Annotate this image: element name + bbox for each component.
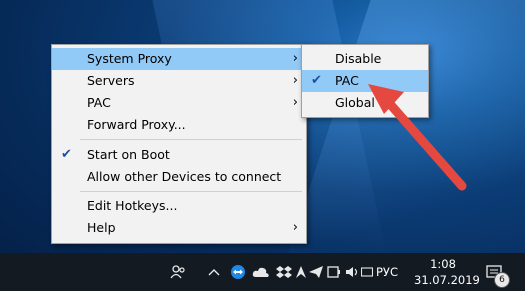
- language-indicator[interactable]: РУС: [376, 253, 398, 291]
- volume-icon[interactable]: [344, 253, 360, 291]
- paper-plane-icon[interactable]: [308, 253, 324, 291]
- clock[interactable]: 1:08 31.07.2019: [414, 256, 480, 288]
- teamviewer-icon[interactable]: [229, 253, 247, 291]
- cloud-icon[interactable]: [252, 253, 270, 291]
- people-icon[interactable]: [168, 253, 188, 291]
- dropbox-icon[interactable]: [276, 253, 292, 291]
- notification-count-badge: 6: [494, 272, 510, 288]
- battery-icon[interactable]: [326, 253, 344, 291]
- shadowsocks-icon[interactable]: [294, 253, 308, 291]
- clock-date: 31.07.2019: [414, 273, 480, 287]
- clock-time: 1:08: [430, 257, 456, 271]
- chevron-up-icon[interactable]: [206, 253, 222, 291]
- keyboard-icon[interactable]: [360, 253, 374, 291]
- taskbar: РУС 1:08 31.07.2019: [0, 253, 525, 291]
- annotation-arrow: [368, 84, 467, 191]
